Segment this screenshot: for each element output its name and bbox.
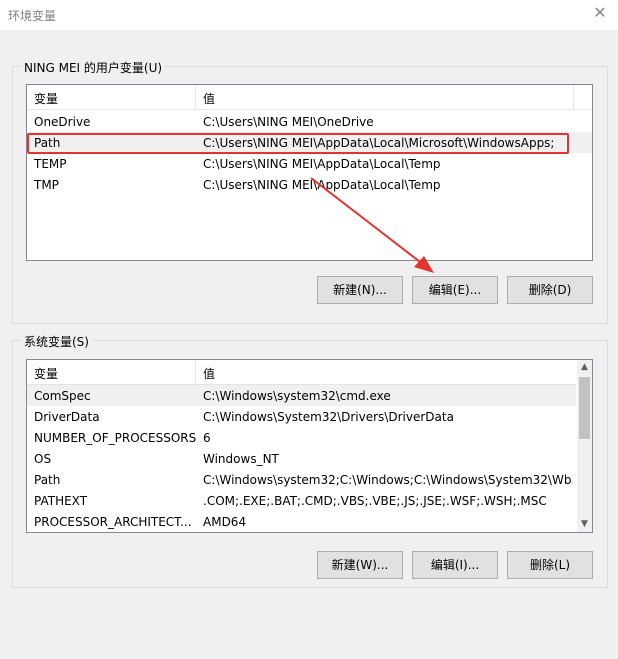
var-name: PROCESSOR_ARCHITECT... [34, 515, 192, 529]
system-new-button[interactable]: 新建(W)... [317, 551, 403, 579]
user-variables-list[interactable]: 变量 值 OneDrive C:\Users\NING MEI\OneDrive… [26, 84, 593, 261]
list-item[interactable]: Path C:\Windows\system32;C:\Windows;C:\W… [27, 469, 576, 490]
list-item[interactable]: ComSpec C:\Windows\system32\cmd.exe [27, 385, 576, 406]
user-variables-label: NING MEI 的用户变量(U) [21, 59, 166, 76]
list-header: 变量 值 [27, 85, 592, 110]
scroll-down-icon[interactable]: ▼ [577, 517, 592, 532]
list-item[interactable]: OS Windows_NT [27, 448, 576, 469]
list-item[interactable]: OneDrive C:\Users\NING MEI\OneDrive [27, 111, 592, 132]
list-item[interactable]: PROCESSOR_ARCHITECT... AMD64 [27, 511, 576, 532]
list-item[interactable]: NUMBER_OF_PROCESSORS 6 [27, 427, 576, 448]
var-name: Path [34, 473, 61, 487]
var-name: OneDrive [34, 115, 91, 129]
scroll-up-icon[interactable]: ▲ [577, 360, 592, 375]
system-variables-list[interactable]: 变量 值 ComSpec C:\Windows\system32\cmd.exe… [26, 359, 593, 533]
column-header-value[interactable]: 值 [203, 365, 215, 382]
user-new-button[interactable]: 新建(N)... [317, 276, 403, 304]
vertical-scrollbar[interactable]: ▲ ▼ [577, 360, 592, 532]
system-delete-button[interactable]: 删除(L) [507, 551, 593, 579]
title-bar: 环境变量 ✕ [0, 0, 618, 30]
var-name: PATHEXT [34, 494, 88, 508]
list-item[interactable]: TMP C:\Users\NING MEI\AppData\Local\Temp [27, 174, 592, 195]
list-header: 变量 值 [27, 360, 576, 385]
var-name: TEMP [34, 157, 67, 171]
user-edit-button[interactable]: 编辑(E)... [412, 276, 498, 304]
var-value: AMD64 [203, 515, 247, 529]
list-item[interactable]: TEMP C:\Users\NING MEI\AppData\Local\Tem… [27, 153, 592, 174]
var-value: 6 [203, 431, 211, 445]
highlight-box [27, 133, 569, 154]
var-value: .COM;.EXE;.BAT;.CMD;.VBS;.VBE;.JS;.JSE;.… [203, 494, 547, 508]
column-header-name[interactable]: 变量 [34, 90, 58, 107]
var-value: C:\Windows\system32\cmd.exe [203, 389, 391, 403]
column-header-value[interactable]: 值 [203, 90, 215, 107]
list-item[interactable]: PATHEXT .COM;.EXE;.BAT;.CMD;.VBS;.VBE;.J… [27, 490, 576, 511]
var-value: C:\Users\NING MEI\AppData\Local\Temp [203, 178, 441, 192]
var-name: NUMBER_OF_PROCESSORS [34, 431, 196, 445]
var-value: Windows_NT [203, 452, 279, 466]
system-variables-label: 系统变量(S) [21, 333, 92, 350]
var-name: ComSpec [34, 389, 91, 403]
var-name: DriverData [34, 410, 100, 424]
var-value: C:\Windows\System32\Drivers\DriverData [203, 410, 454, 424]
var-value: C:\Windows\system32;C:\Windows;C:\Window… [203, 473, 573, 487]
system-edit-button[interactable]: 编辑(I)... [412, 551, 498, 579]
close-icon[interactable]: ✕ [592, 5, 608, 21]
var-name: TMP [34, 178, 59, 192]
window-title: 环境变量 [8, 9, 57, 23]
user-delete-button[interactable]: 删除(D) [507, 276, 593, 304]
var-value: C:\Users\NING MEI\AppData\Local\Temp [203, 157, 441, 171]
var-value: C:\Users\NING MEI\OneDrive [203, 115, 374, 129]
scrollbar-thumb[interactable] [579, 377, 590, 439]
list-item[interactable]: DriverData C:\Windows\System32\Drivers\D… [27, 406, 576, 427]
column-header-name[interactable]: 变量 [34, 365, 58, 382]
var-name: OS [34, 452, 52, 466]
